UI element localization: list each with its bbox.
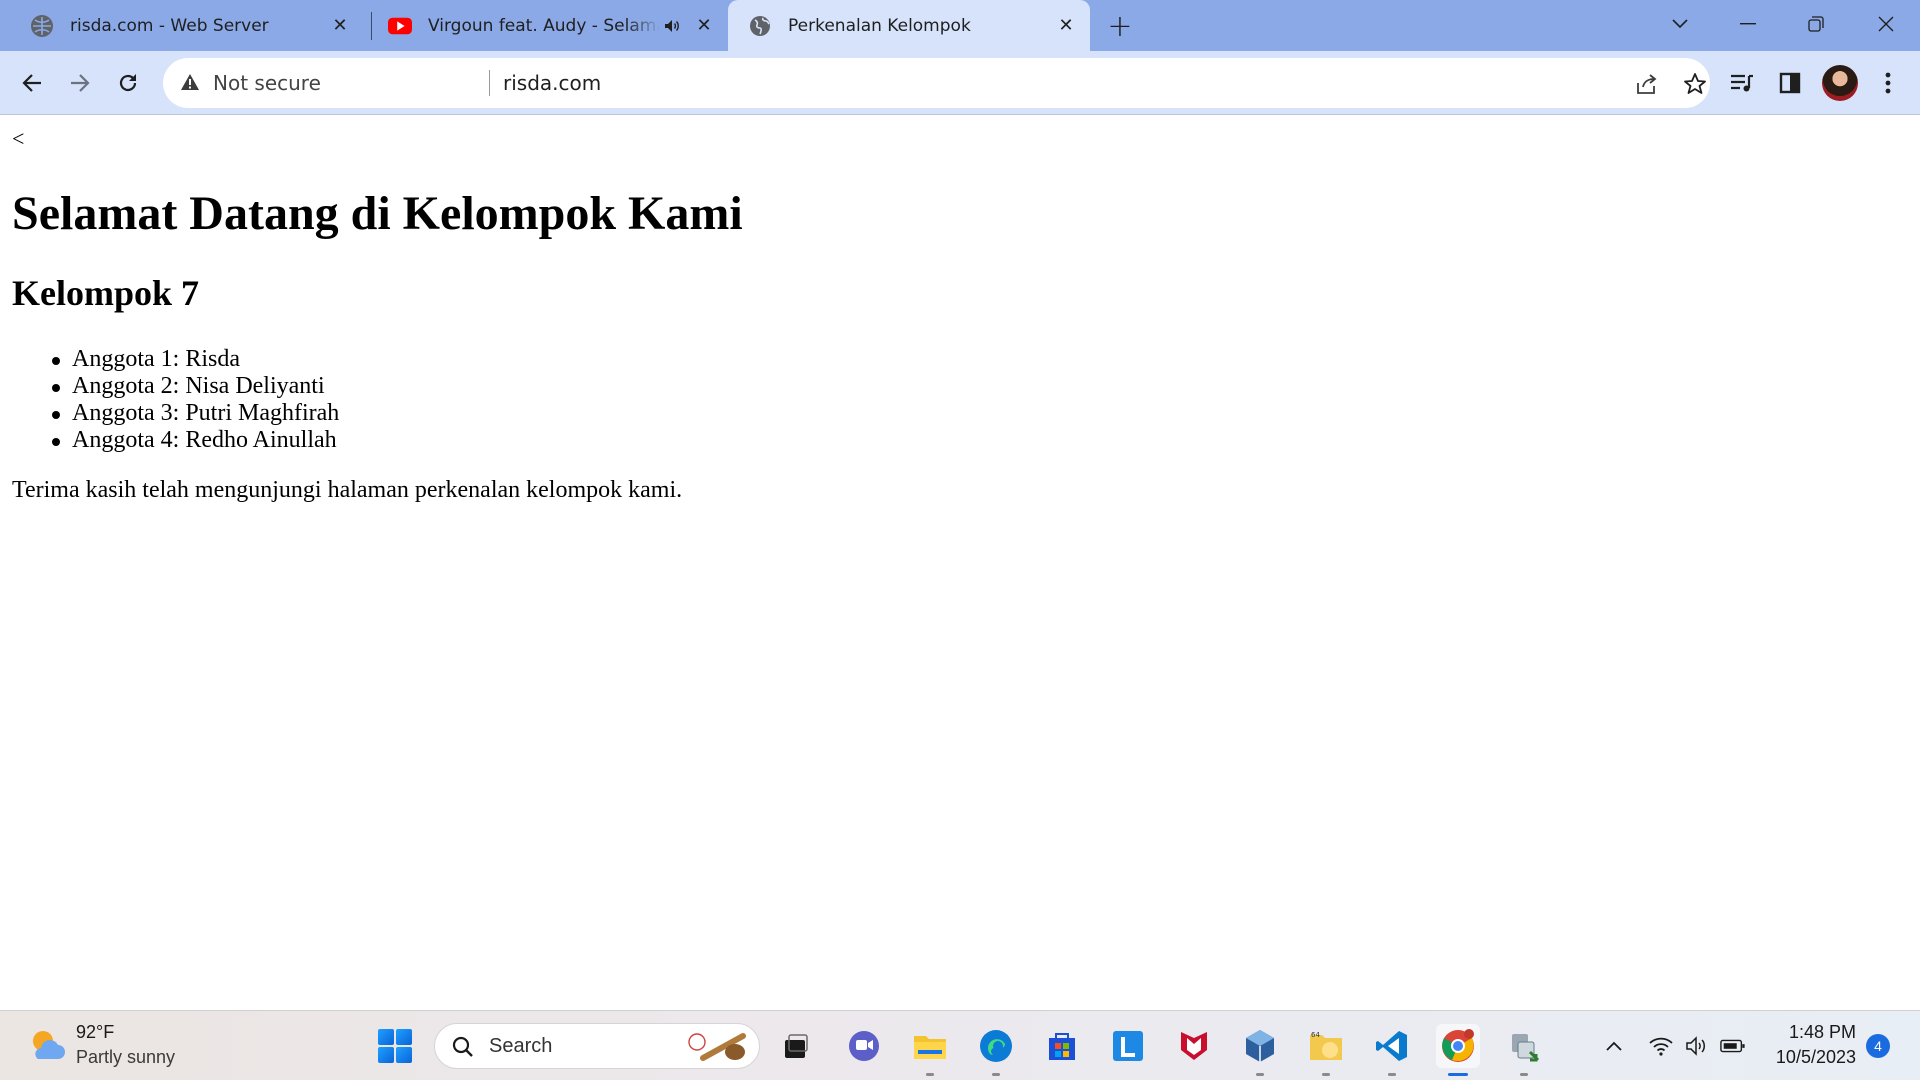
weather-description[interactable]: Partly sunny [76,1047,175,1068]
tab-title: risda.com - Web Server [70,15,269,36]
server-favicon-icon [30,14,54,38]
close-window-button[interactable] [1866,8,1906,40]
group-heading: Kelompok 7 [12,273,200,313]
partly-sunny-icon[interactable] [26,1025,66,1065]
profile-avatar[interactable] [1822,65,1858,101]
back-button[interactable] [14,65,50,101]
tab-title: Virgoun feat. Audy - Selama [428,15,660,36]
member-list: Anggota 1: Risda Anggota 2: Nisa Deliyan… [51,346,340,454]
reload-button[interactable] [110,65,146,101]
chevron-up-icon[interactable] [1601,1033,1627,1059]
folder-64-icon[interactable]: 64 [1304,1024,1348,1076]
running-indicator [1322,1073,1330,1076]
tab-strip: risda.com - Web Server ✕ Virgoun feat. A… [0,0,1920,51]
svg-text:64: 64 [1311,1031,1320,1039]
close-icon[interactable]: ✕ [692,14,716,38]
closing-paragraph: Terima kasih telah mengunjungi halaman p… [12,477,683,503]
new-tab-button[interactable]: + [1104,9,1136,44]
running-indicator [1448,1073,1468,1076]
tab-search-chevron-icon[interactable] [1660,8,1700,40]
youtube-favicon-icon [388,14,412,38]
network-tool-icon[interactable] [1502,1024,1546,1076]
more-menu-icon[interactable] [1870,65,1906,101]
security-label[interactable]: Not secure [213,71,321,95]
microsoft-store-icon[interactable] [1040,1024,1084,1068]
page-content: < Selamat Datang di Kelompok Kami Kelomp… [0,116,1920,1010]
virtualbox-icon[interactable] [1238,1024,1282,1076]
running-indicator [926,1073,934,1076]
app-l-icon[interactable] [1106,1024,1150,1068]
url-text[interactable]: risda.com [503,71,601,95]
speaker-icon[interactable] [660,14,684,38]
volume-icon[interactable] [1684,1033,1710,1059]
minimize-button[interactable] [1728,8,1768,40]
chrome-icon[interactable] [1436,1024,1480,1076]
close-icon[interactable]: ✕ [328,14,352,38]
tab-title: Perkenalan Kelompok [788,15,971,36]
side-panel-icon[interactable] [1772,65,1808,101]
restore-button[interactable] [1796,8,1836,40]
globe-favicon-icon [748,14,772,38]
address-bar[interactable]: Not secure risda.com [163,58,1710,108]
notification-badge[interactable]: 4 [1866,1034,1890,1058]
teams-chat-icon[interactable] [842,1024,886,1068]
running-indicator [1256,1073,1264,1076]
clock-date[interactable]: 10/5/2023 [1760,1047,1856,1068]
running-indicator [992,1073,1000,1076]
edge-browser-icon[interactable] [974,1024,1018,1076]
forward-button[interactable] [62,65,98,101]
list-item: Anggota 1: Risda [51,346,339,373]
task-view-icon[interactable] [774,1024,818,1068]
running-indicator [1388,1073,1396,1076]
running-indicator [1520,1073,1528,1076]
vscode-icon[interactable] [1370,1024,1414,1076]
start-button[interactable] [378,1029,412,1063]
mcafee-icon[interactable] [1172,1024,1216,1068]
warning-icon[interactable] [179,71,201,98]
clock-time[interactable]: 1:48 PM [1760,1022,1856,1043]
browser-toolbar: Not secure risda.com [0,51,1920,115]
battery-icon[interactable] [1720,1033,1746,1059]
list-item: Anggota 4: Redho Ainullah [51,427,339,454]
list-item: Anggota 2: Nisa Deliyanti [51,373,339,400]
tab-youtube[interactable]: Virgoun feat. Audy - Selama ✕ [358,0,728,51]
search-icon [451,1035,475,1064]
page-title: Selamat Datang di Kelompok Kami [12,187,743,240]
tab-perkenalan-kelompok[interactable]: Perkenalan Kelompok ✕ [728,0,1090,51]
file-explorer-icon[interactable] [908,1024,952,1076]
search-label: Search [489,1035,553,1057]
list-item: Anggota 3: Putri Maghfirah [51,400,340,426]
taskbar-search[interactable]: Search [434,1023,760,1069]
share-icon[interactable] [1633,70,1661,98]
close-icon[interactable]: ✕ [1054,14,1078,38]
back-link[interactable]: < [12,126,24,152]
omnibox-divider [489,70,490,96]
weather-temperature[interactable]: 92°F [76,1022,114,1043]
wifi-icon[interactable] [1648,1033,1674,1059]
media-control-icon[interactable] [1724,65,1760,101]
tab-web-server[interactable]: risda.com - Web Server ✕ [0,0,364,51]
baseball-icon [685,1032,749,1062]
bookmark-star-icon[interactable] [1681,70,1709,98]
taskbar: 92°F Partly sunny Search 64 1:48 PM 10/5… [0,1010,1920,1080]
